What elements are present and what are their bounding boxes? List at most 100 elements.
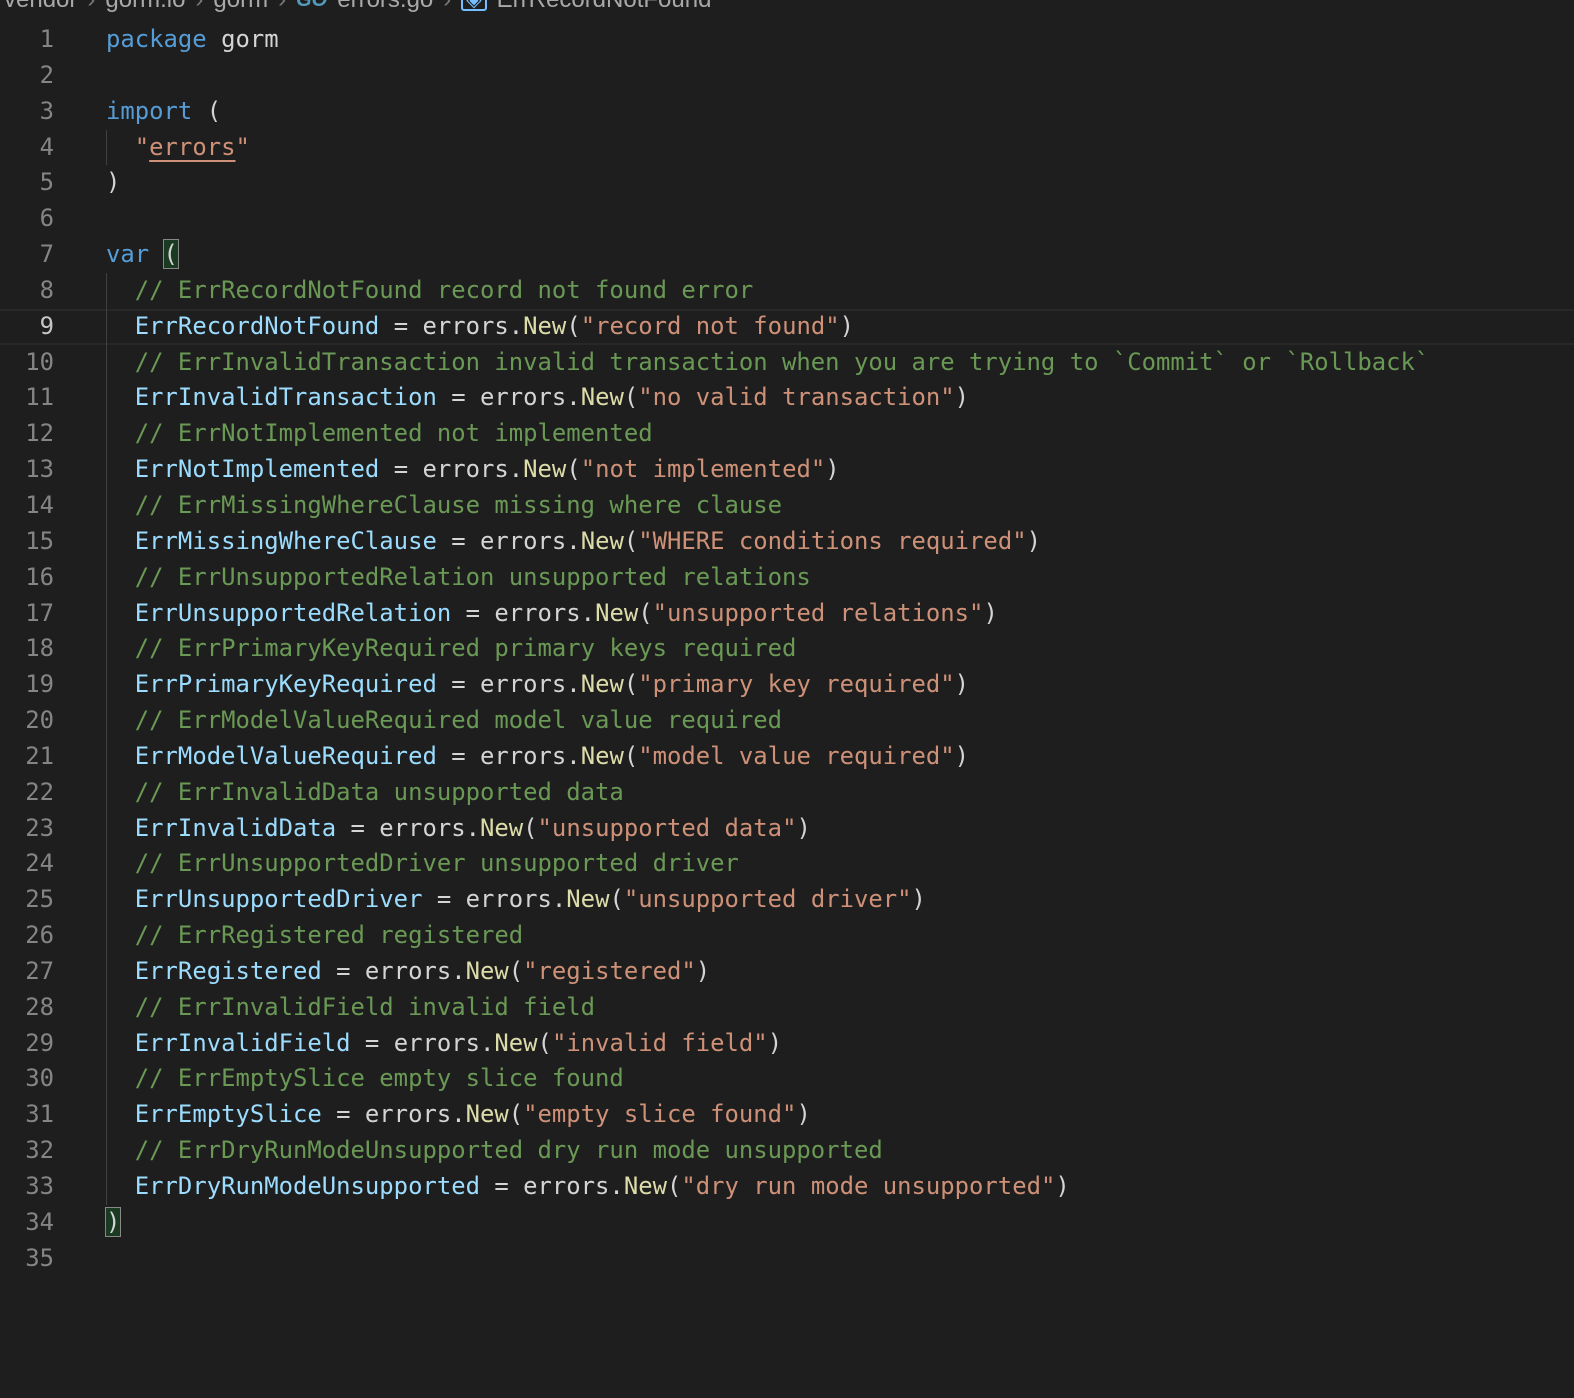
code-line[interactable]: 35: [0, 1241, 1574, 1277]
string-token: ": [134, 132, 150, 161]
text-token: (: [623, 741, 639, 770]
breadcrumb-item-file[interactable]: errors.go: [337, 0, 433, 14]
code-line[interactable]: 30 // ErrEmptySlice empty slice found: [0, 1061, 1574, 1098]
string-token: errors: [149, 132, 236, 161]
code-editor[interactable]: 1 package gorm 2 3 import (4 "errors" 5) 6 7 var…: [0, 22, 1574, 1277]
code-text: package gorm: [106, 22, 279, 58]
text-token: = errors.: [422, 885, 567, 914]
line-number: 14: [25, 490, 54, 519]
comment-token: // ErrRegistered registered: [134, 921, 524, 950]
string-token: "unsupported data": [537, 813, 797, 842]
comment-token: // ErrRecordNotFound record not found er…: [134, 275, 754, 304]
code-line[interactable]: 34): [0, 1205, 1574, 1241]
comment-token: // ErrMissingWhereClause missing where c…: [134, 490, 783, 519]
code-line[interactable]: 16 // ErrUnsupportedRelation unsupported…: [0, 559, 1574, 596]
comment-token: // ErrPrimaryKeyRequired primary keys re…: [134, 634, 797, 663]
code-line[interactable]: 13 ErrNotImplemented = errors.New("not i…: [0, 452, 1574, 488]
text-token: = errors.: [451, 598, 596, 627]
code-text: ErrUnsupportedRelation = errors.New("uns…: [106, 596, 998, 632]
code-line[interactable]: 15 ErrMissingWhereClause = errors.New("W…: [0, 523, 1574, 560]
code-line[interactable]: 7 var (: [0, 237, 1574, 273]
code-line[interactable]: 1 package gorm: [0, 22, 1574, 58]
string-token: "unsupported relations": [652, 598, 984, 627]
matched-bracket: ): [104, 1206, 122, 1237]
code-line[interactable]: 24 // ErrUnsupportedDriver unsupported d…: [0, 846, 1574, 883]
variable-token: ErrPrimaryKeyRequired: [134, 670, 437, 699]
line-number: 12: [25, 419, 54, 448]
matched-bracket: (: [162, 239, 179, 270]
line-number: 27: [25, 956, 54, 985]
code-line[interactable]: 27 ErrRegistered = errors.New("registere…: [0, 953, 1574, 990]
line-number: 28: [25, 992, 54, 1021]
code-line[interactable]: 20 // ErrModelValueRequired model value …: [0, 703, 1574, 739]
breadcrumb-item-symbol[interactable]: ErrRecordNotFound: [497, 0, 712, 14]
text-token: (: [566, 455, 581, 484]
code-text: var (: [106, 237, 179, 273]
function-token: New: [465, 956, 509, 985]
code-text: // ErrPrimaryKeyRequired primary keys re…: [106, 631, 797, 667]
breadcrumb-item-gorm-io[interactable]: gorm.io: [105, 0, 185, 14]
variable-token: ErrInvalidData: [134, 813, 337, 842]
comment-token: // ErrUnsupportedDriver unsupported driv…: [134, 849, 739, 878]
code-line[interactable]: 4 "errors": [0, 129, 1574, 166]
comment-token: // ErrInvalidData unsupported data: [134, 777, 624, 806]
breadcrumb-item-gorm[interactable]: gorm: [213, 0, 268, 14]
code-line[interactable]: 9 ErrRecordNotFound = errors.New("record…: [0, 308, 1574, 345]
code-text: // ErrRecordNotFound record not found er…: [106, 273, 754, 309]
breadcrumb: vendor › gorm.io › gorm › GO errors.go ›…: [4, 0, 711, 16]
chevron-right-icon: ›: [87, 0, 95, 14]
code-line[interactable]: 10 // ErrInvalidTransaction invalid tran…: [0, 344, 1574, 381]
code-line[interactable]: 25 ErrUnsupportedDriver = errors.New("un…: [0, 882, 1574, 919]
line-number: 5: [39, 168, 54, 197]
code-line[interactable]: 14 // ErrMissingWhereClause missing wher…: [0, 487, 1574, 524]
line-number: 35: [25, 1243, 54, 1272]
line-number: 16: [25, 562, 54, 591]
code-line[interactable]: 32 // ErrDryRunModeUnsupported dry run m…: [0, 1133, 1574, 1169]
text-token: ): [796, 1100, 811, 1129]
code-line[interactable]: 11 ErrInvalidTransaction = errors.New("n…: [0, 380, 1574, 417]
code-text: // ErrEmptySlice empty slice found: [106, 1061, 624, 1097]
code-text: // ErrInvalidData unsupported data: [106, 775, 624, 811]
string-token: "no valid transaction": [638, 383, 955, 412]
code-text: // ErrRegistered registered: [106, 918, 523, 954]
code-line[interactable]: 8 // ErrRecordNotFound record not found …: [0, 272, 1574, 309]
chevron-right-icon: ›: [278, 0, 286, 14]
breadcrumb-item-vendor[interactable]: vendor: [4, 0, 77, 14]
line-number: 33: [25, 1172, 54, 1200]
code-line[interactable]: 12 // ErrNotImplemented not implemented: [0, 416, 1574, 453]
string-token: "registered": [523, 956, 696, 985]
code-line[interactable]: 6: [0, 201, 1574, 237]
code-line[interactable]: 2: [0, 58, 1574, 94]
code-text: ErrPrimaryKeyRequired = errors.New("prim…: [106, 667, 969, 703]
text-token: = errors.: [350, 1028, 495, 1057]
function-token: New: [566, 885, 610, 914]
code-line[interactable]: 19 ErrPrimaryKeyRequired = errors.New("p…: [0, 667, 1574, 704]
code-text: ): [106, 165, 120, 201]
code-text: ErrRecordNotFound = errors.New("record n…: [106, 309, 854, 345]
variable-token: ErrInvalidField: [134, 1028, 351, 1057]
code-line[interactable]: 17 ErrUnsupportedRelation = errors.New("…: [0, 595, 1574, 632]
chevron-right-icon: ›: [195, 0, 203, 14]
code-line[interactable]: 5): [0, 165, 1574, 201]
code-line[interactable]: 18 // ErrPrimaryKeyRequired primary keys…: [0, 631, 1574, 668]
text-token: (: [508, 1100, 524, 1129]
code-line[interactable]: 29 ErrInvalidField = errors.New("invalid…: [0, 1025, 1574, 1062]
code-text: ErrModelValueRequired = errors.New("mode…: [106, 739, 969, 775]
text-token: gorm: [206, 25, 279, 53]
text-token: ): [954, 670, 970, 699]
code-line[interactable]: 21 ErrModelValueRequired = errors.New("m…: [0, 738, 1574, 775]
code-text: import (: [106, 94, 221, 130]
code-line[interactable]: 33 ErrDryRunModeUnsupported = errors.New…: [0, 1169, 1574, 1205]
code-line[interactable]: 26 // ErrRegistered registered: [0, 918, 1574, 954]
code-text: // ErrDryRunModeUnsupported dry run mode…: [106, 1133, 883, 1169]
string-token: "model value required": [638, 741, 955, 770]
line-number: 10: [25, 347, 54, 376]
code-line[interactable]: 28 // ErrInvalidField invalid field: [0, 989, 1574, 1026]
string-token: "unsupported driver": [623, 885, 912, 914]
code-line[interactable]: 22 // ErrInvalidData unsupported data: [0, 774, 1574, 811]
code-line[interactable]: 3 import (: [0, 94, 1574, 130]
code-line[interactable]: 31 ErrEmptySlice = errors.New("empty sli…: [0, 1097, 1574, 1134]
variable-token: ErrRecordNotFound: [134, 311, 380, 340]
code-line[interactable]: 23 ErrInvalidData = errors.New("unsuppor…: [0, 810, 1574, 847]
